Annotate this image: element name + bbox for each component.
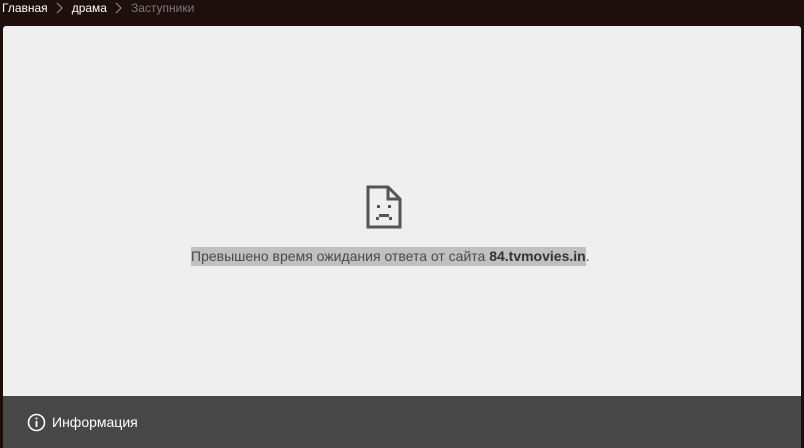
info-bar: Информация [3, 396, 801, 448]
breadcrumb-home-link[interactable]: Главная [2, 1, 48, 15]
error-message-prefix: Превышено время ожидания ответа от сайта [191, 247, 490, 264]
sad-page-icon [366, 185, 402, 229]
chevron-right-icon [52, 2, 68, 14]
error-message: Превышено время ожидания ответа от сайта… [191, 246, 590, 266]
breadcrumb-genre-link[interactable]: драма [72, 1, 107, 15]
embedded-player-frame: Превышено время ожидания ответа от сайта… [3, 26, 801, 396]
error-message-text: Превышено время ожидания ответа от сайта… [191, 246, 586, 266]
breadcrumb: Главная драма Заступники [2, 1, 194, 15]
chevron-right-icon [111, 2, 127, 14]
info-icon [27, 413, 46, 431]
info-label: Информация [52, 414, 138, 430]
info-button[interactable]: Информация [27, 411, 138, 433]
error-host: 84.tvmovies.in [489, 247, 586, 264]
error-message-suffix: . [585, 248, 590, 264]
breadcrumb-current: Заступники [130, 1, 195, 15]
top-bar: Главная драма Заступники [0, 0, 804, 22]
